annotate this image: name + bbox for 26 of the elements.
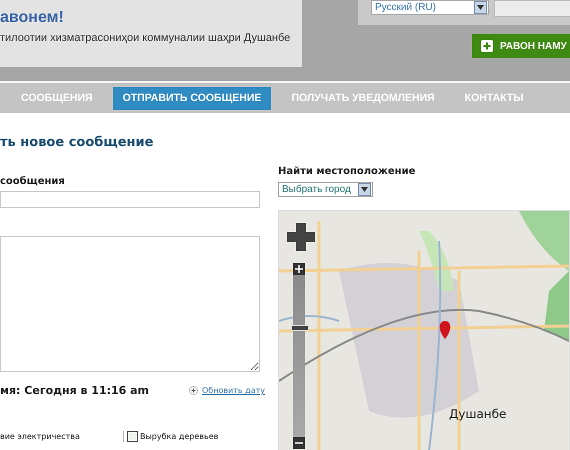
city-label: Душанбе xyxy=(449,407,506,421)
caret-icon xyxy=(474,1,487,14)
time-label: мя: Сегодня в 11:16 am xyxy=(0,384,150,397)
city-select[interactable]: Выбрать город xyxy=(278,182,373,197)
category-label: вие электричества xyxy=(0,432,81,441)
map-pin-icon xyxy=(439,321,451,339)
zoom-out-icon[interactable] xyxy=(293,437,305,449)
plus-icon xyxy=(188,386,198,395)
pan-control-icon[interactable] xyxy=(287,223,315,251)
welcome-heading: авонем! xyxy=(0,9,65,27)
slider-handle[interactable] xyxy=(291,325,309,332)
description-field[interactable] xyxy=(0,236,260,372)
plus-icon xyxy=(481,40,493,52)
nav-tab[interactable]: ОТПРАВИТЬ СООБЩЕНИЕ xyxy=(112,86,272,110)
caret-icon xyxy=(358,183,371,196)
report-button[interactable]: РАВОН НАМУ xyxy=(472,34,570,58)
category-checkbox[interactable]: Вырубка деревьев xyxy=(123,431,218,442)
site-subtitle: тилоотии хизматрасониҳои коммуналии шаҳри Душанбе xyxy=(0,32,292,44)
update-date-link[interactable]: Обновить дату xyxy=(188,386,265,395)
location-label: Найти местоположение xyxy=(278,166,416,177)
zoom-in-icon[interactable] xyxy=(293,263,305,275)
page-title: ть новое сообщение xyxy=(0,135,154,150)
title-field[interactable] xyxy=(0,191,260,208)
language-select[interactable]: Русский (RU) xyxy=(371,0,489,15)
field-label: сообщения xyxy=(0,176,66,187)
search-field[interactable] xyxy=(494,0,570,17)
